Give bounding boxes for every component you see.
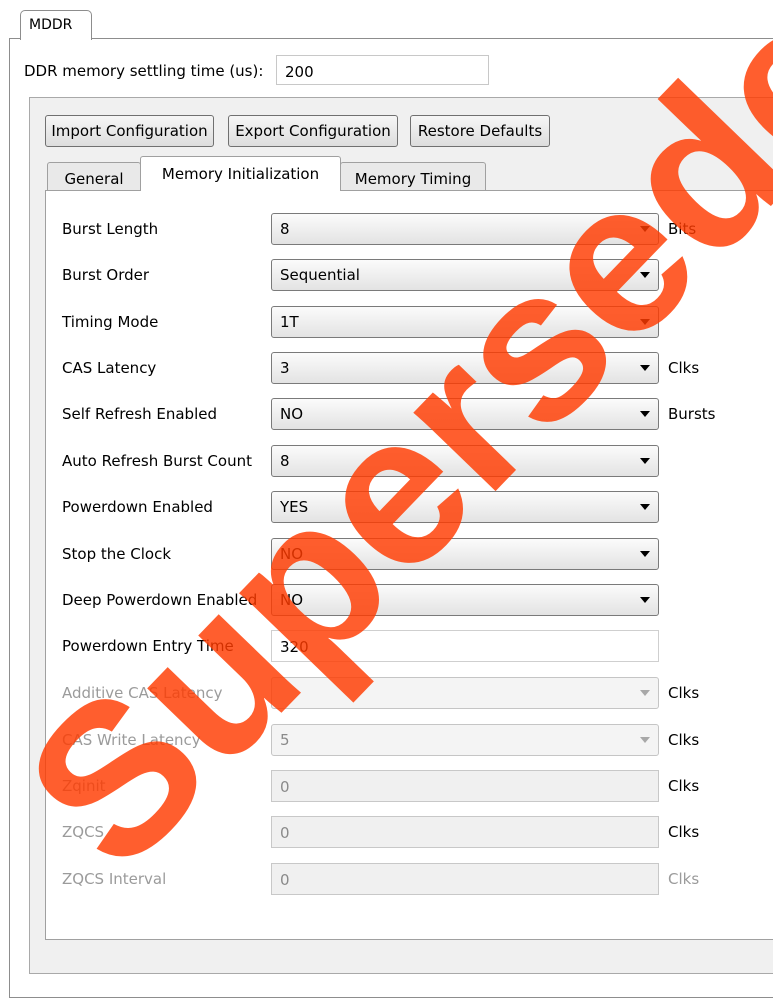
additive-cas-latency-unit: Clks	[668, 684, 700, 702]
chevron-down-icon	[640, 319, 650, 325]
additive-cas-latency-label: Additive CAS Latency	[62, 684, 223, 702]
powerdown-enabled-label: Powerdown Enabled	[62, 498, 213, 516]
additive-cas-latency-select	[271, 677, 659, 709]
chevron-down-icon	[640, 504, 650, 510]
restore-defaults-button[interactable]: Restore Defaults	[410, 115, 550, 147]
timing-mode-select[interactable]: 1T	[271, 306, 659, 338]
cas-write-latency-value: 5	[280, 731, 290, 749]
deep-powerdown-enabled-label: Deep Powerdown Enabled	[62, 591, 258, 609]
tab-general[interactable]: General	[47, 162, 141, 191]
zqcs-label: ZQCS	[62, 823, 105, 841]
zqinit-input: 0	[271, 770, 659, 802]
zqcs-unit: Clks	[668, 823, 700, 841]
tab-mddr[interactable]: MDDR	[20, 10, 92, 40]
burst-order-select[interactable]: Sequential	[271, 259, 659, 291]
self-refresh-enabled-value: NO	[280, 405, 304, 423]
zqinit-value: 0	[280, 778, 290, 796]
chevron-down-icon	[640, 226, 650, 232]
zqcs-interval-value: 0	[280, 871, 290, 889]
timing-mode-label: Timing Mode	[62, 313, 159, 331]
burst-order-value: Sequential	[280, 266, 360, 284]
zqcs-value: 0	[280, 824, 290, 842]
tab-memory-timing[interactable]: Memory Timing	[340, 162, 486, 191]
settling-time-input[interactable]: 200	[276, 55, 489, 85]
burst-length-value: 8	[280, 220, 290, 238]
burst-length-select[interactable]: 8	[271, 213, 659, 245]
auto-refresh-burst-count-select[interactable]: 8	[271, 445, 659, 477]
cas-write-latency-unit: Clks	[668, 731, 700, 749]
self-refresh-enabled-label: Self Refresh Enabled	[62, 405, 217, 423]
cas-latency-label: CAS Latency	[62, 359, 157, 377]
cas-latency-value: 3	[280, 359, 290, 377]
powerdown-entry-time-value: 320	[280, 638, 309, 656]
chevron-down-icon	[640, 272, 650, 278]
zqcs-interval-label: ZQCS Interval	[62, 870, 167, 888]
settling-time-label: DDR memory settling time (us):	[24, 62, 264, 80]
self-refresh-unit: Bursts	[668, 405, 716, 423]
chevron-down-icon	[640, 365, 650, 371]
powerdown-entry-time-input[interactable]: 320	[271, 630, 659, 662]
cas-latency-select[interactable]: 3	[271, 352, 659, 384]
auto-refresh-burst-count-value: 8	[280, 452, 290, 470]
stop-the-clock-value: NO	[280, 545, 304, 563]
chevron-down-icon	[640, 551, 650, 557]
chevron-down-icon	[640, 458, 650, 464]
deep-powerdown-enabled-value: NO	[280, 591, 304, 609]
cas-write-latency-label: CAS Write Latency	[62, 731, 201, 749]
chevron-down-icon	[640, 411, 650, 417]
chevron-down-icon	[640, 597, 650, 603]
zqcs-interval-input: 0	[271, 863, 659, 895]
tab-memory-initialization[interactable]: Memory Initialization	[140, 156, 341, 191]
burst-order-label: Burst Order	[62, 266, 150, 284]
deep-powerdown-enabled-select[interactable]: NO	[271, 584, 659, 616]
powerdown-entry-time-label: Powerdown Entry Time	[62, 637, 234, 655]
zqinit-label: Zqinit	[62, 777, 106, 795]
zqcs-input: 0	[271, 816, 659, 848]
cas-latency-unit: Clks	[668, 359, 700, 377]
powerdown-enabled-select[interactable]: YES	[271, 491, 659, 523]
zqcs-interval-unit: Clks	[668, 870, 700, 888]
powerdown-enabled-value: YES	[280, 498, 309, 516]
auto-refresh-burst-count-label: Auto Refresh Burst Count	[62, 452, 252, 470]
zqinit-unit: Clks	[668, 777, 700, 795]
export-configuration-button[interactable]: Export Configuration	[228, 115, 398, 147]
stop-the-clock-label: Stop the Clock	[62, 545, 172, 563]
chevron-down-icon	[640, 737, 650, 743]
timing-mode-value: 1T	[280, 313, 299, 331]
chevron-down-icon	[640, 690, 650, 696]
import-configuration-button[interactable]: Import Configuration	[45, 115, 214, 147]
burst-length-unit: Bits	[668, 220, 697, 238]
cas-write-latency-select: 5	[271, 724, 659, 756]
stop-the-clock-select[interactable]: NO	[271, 538, 659, 570]
self-refresh-enabled-select[interactable]: NO	[271, 398, 659, 430]
burst-length-label: Burst Length	[62, 220, 159, 238]
